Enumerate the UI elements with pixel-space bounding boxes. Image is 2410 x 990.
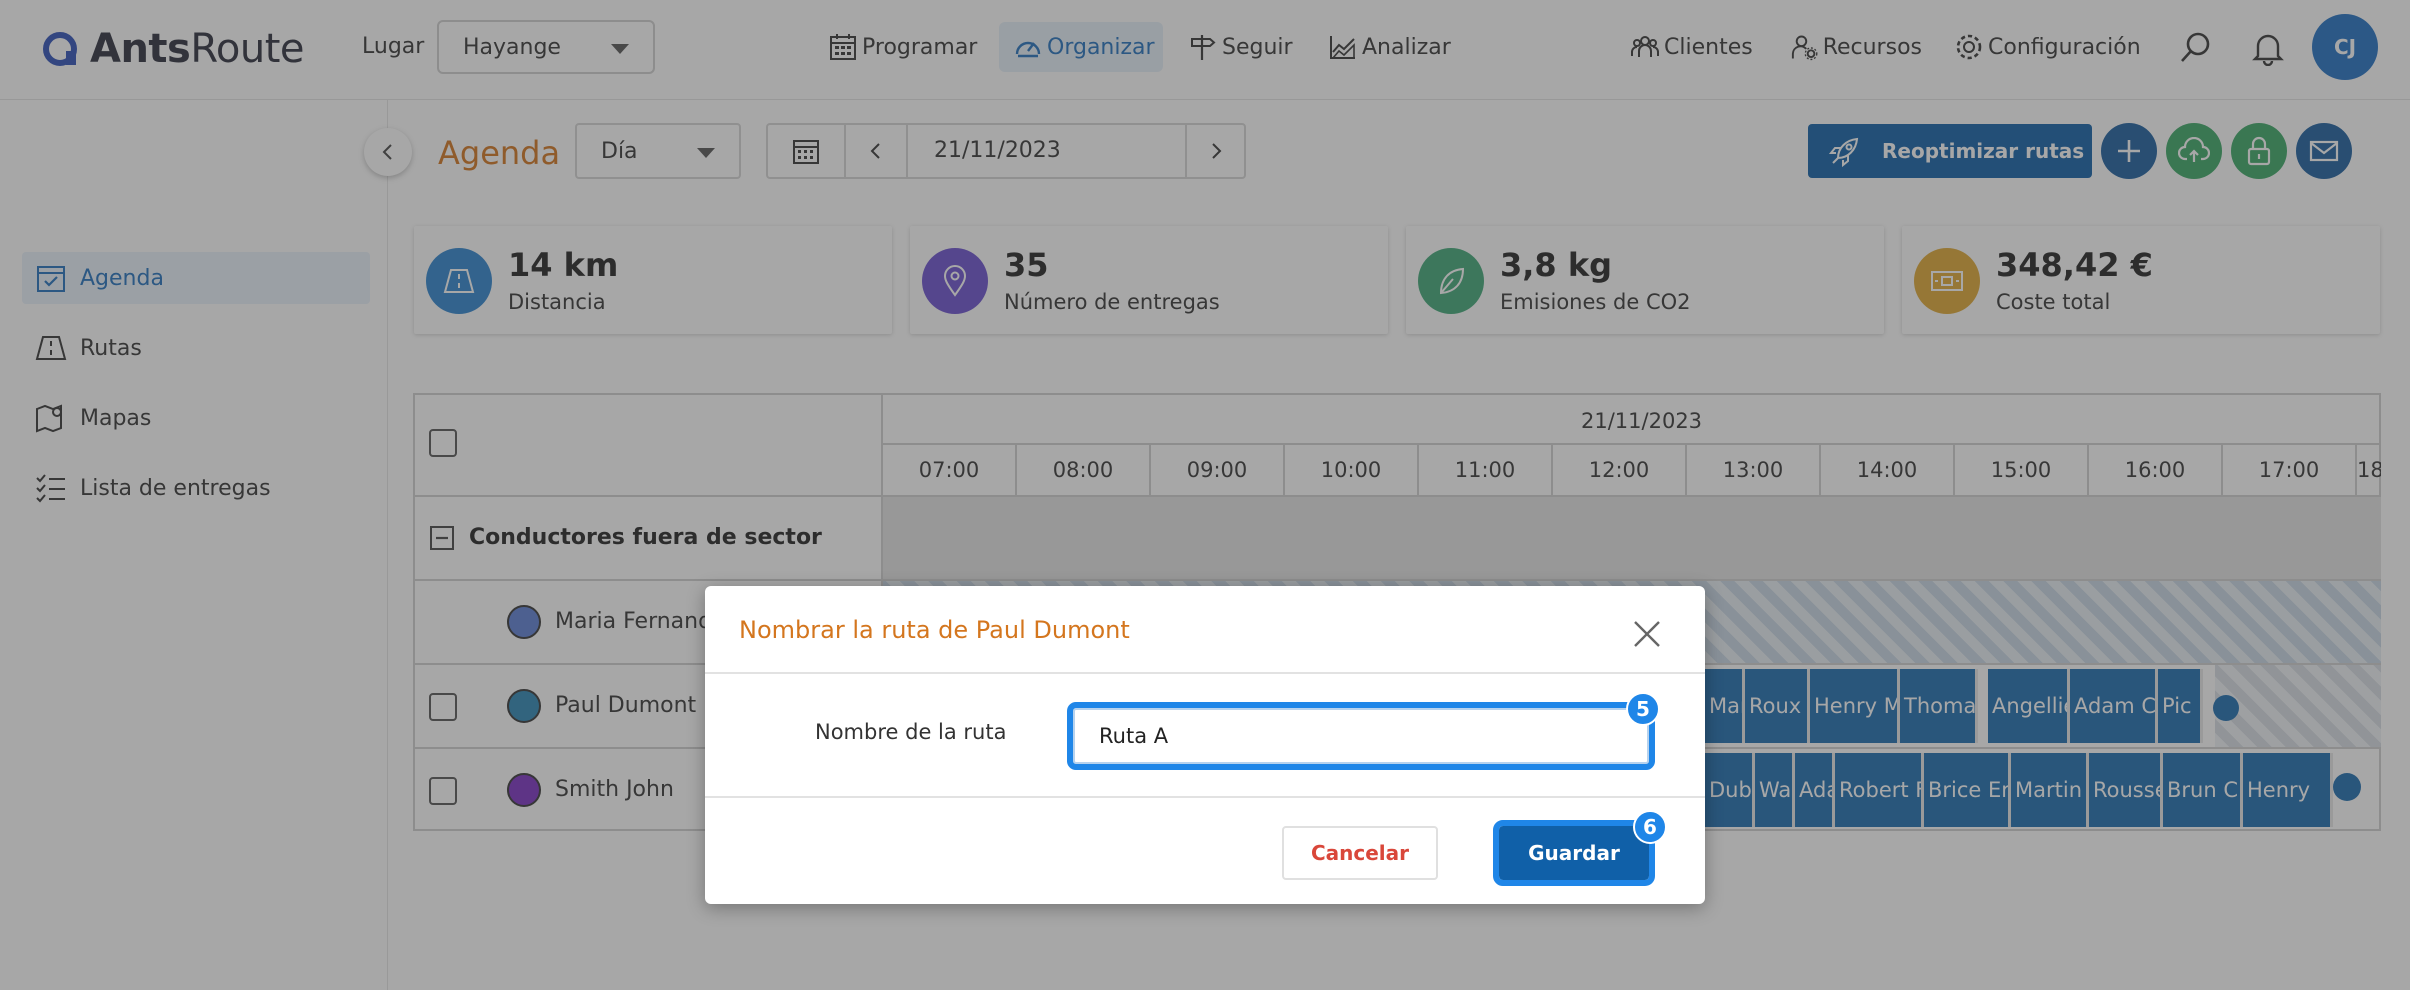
step-badge-5: 5: [1626, 692, 1660, 726]
close-icon[interactable]: [1629, 616, 1665, 652]
dialog-divider: [705, 672, 1705, 674]
dialog-title: Nombrar la ruta de Paul Dumont: [739, 616, 1130, 644]
step-badge-6: 6: [1633, 810, 1667, 844]
rename-route-dialog: Nombrar la ruta de Paul Dumont Nombre de…: [705, 586, 1705, 904]
route-name-label: Nombre de la ruta: [815, 720, 1007, 744]
cancel-button[interactable]: Cancelar: [1282, 826, 1438, 880]
save-button[interactable]: Guardar: [1493, 820, 1655, 886]
dialog-divider: [705, 796, 1705, 798]
route-name-input[interactable]: [1067, 702, 1655, 770]
app: AntsRoute Lugar Hayange Programar Organi…: [0, 0, 2410, 990]
